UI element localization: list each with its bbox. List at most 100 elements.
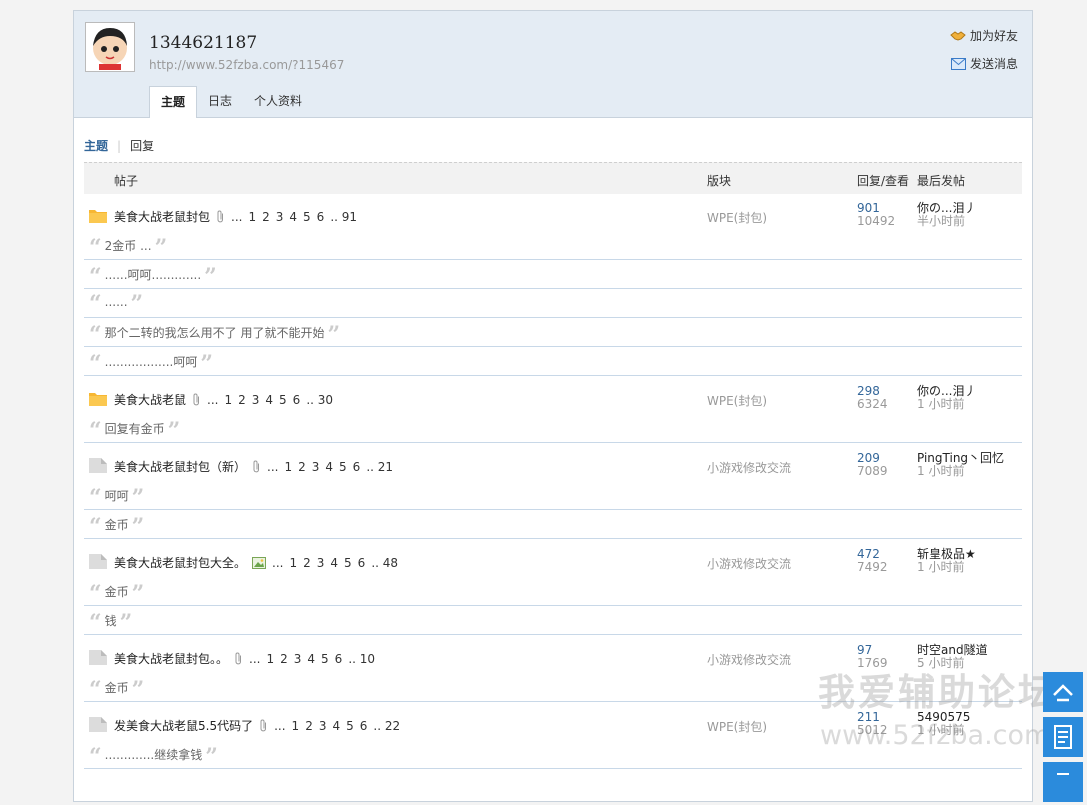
page-link[interactable]: 1 [248,210,256,224]
page-link[interactable]: .. 30 [306,393,333,407]
page-link[interactable]: 3 [317,556,325,570]
view-count: 7089 [857,464,888,478]
quick-reply-button[interactable] [1043,717,1083,757]
page-link[interactable]: 4 [289,210,297,224]
quote-text[interactable]: 呵呵 [105,487,129,504]
profile-url[interactable]: http://www.52fzba.com/?115467 [149,58,344,72]
thread-link[interactable]: 美食大战老鼠封包大全。 [114,554,246,571]
table-header: 帖子 版块 回复/查看 最后发帖 [84,162,1022,194]
page-link[interactable]: 5 [339,460,347,474]
quote-text[interactable]: 回复有金币 [105,420,165,437]
quote-text[interactable]: ..................呵呵 [105,353,198,370]
page-ellipsis: ... [274,718,286,733]
thread-link[interactable]: 发美食大战老鼠5.5代码了 [114,717,253,734]
back-to-top-button[interactable] [1043,672,1083,712]
page-link[interactable]: 2 [305,719,313,733]
page-link[interactable]: 6 [358,556,366,570]
page-link[interactable]: 6 [317,210,325,224]
tab-profile-info[interactable]: 个人资料 [243,86,313,116]
thread-forum[interactable]: WPE(封包) [707,392,767,409]
quote-text[interactable]: 金币 [105,679,129,696]
thread-forum[interactable]: WPE(封包) [707,209,767,226]
quote-text[interactable]: 那个二转的我怎么用不了 用了就不能开始 [105,324,325,341]
page-link[interactable]: 6 [293,393,301,407]
page-link[interactable]: 5 [279,393,287,407]
page-link[interactable]: .. 10 [348,652,375,666]
thread-forum[interactable]: 小游戏修改交流 [707,459,791,476]
page-link[interactable]: 2 [280,652,288,666]
page-link[interactable]: 1 [266,652,274,666]
page-link[interactable]: 1 [292,719,300,733]
thread-link[interactable]: 美食大战老鼠 [114,391,186,408]
thread-link[interactable]: 美食大战老鼠封包 [114,208,210,225]
page-links: ... 1 2 3 4 5 6 .. 30 [207,393,339,407]
quote-text[interactable]: ......呵呵............. [105,266,201,283]
page-link[interactable]: 6 [335,652,343,666]
page-link[interactable]: .. 48 [371,556,398,570]
page-link[interactable]: 1 [284,460,292,474]
quote-open-icon: “ [89,609,102,636]
page-link[interactable]: 3 [319,719,327,733]
thread-link[interactable]: 美食大战老鼠封包。。 [114,650,228,667]
page-link[interactable]: 4 [330,556,338,570]
tab-blog[interactable]: 日志 [197,86,243,116]
quote-text[interactable]: ...... [105,295,128,309]
share-button[interactable] [1043,762,1083,802]
page-link[interactable]: 4 [265,393,273,407]
page-link[interactable]: 6 [353,460,361,474]
quote-text[interactable]: 金币 [105,583,129,600]
subtab-topics[interactable]: 主题 [84,137,108,154]
folder-icon [89,458,107,473]
last-post-time: 半小时前 [917,214,966,228]
tab-topics[interactable]: 主题 [149,86,198,118]
page-link[interactable]: 4 [332,719,340,733]
send-message-button[interactable]: 发送消息 [950,55,1018,72]
page-link[interactable]: 1 [224,393,232,407]
page-link[interactable]: 5 [303,210,311,224]
quote-open-icon: “ [89,263,102,290]
page-link[interactable]: .. 91 [330,210,357,224]
attachment-indicator [259,719,268,732]
page-link[interactable]: 5 [321,652,329,666]
thread-title: 发美食大战老鼠5.5代码了... 1 2 3 4 5 6 .. 22 [114,717,406,734]
page-ellipsis: ... [272,555,284,570]
thread-link[interactable]: 美食大战老鼠封包（新） [114,458,246,475]
quote-close-icon: ” [131,580,145,607]
quote-text[interactable]: 金币 [105,516,129,533]
quote-text[interactable]: 钱 [105,612,117,629]
page-link[interactable]: 2 [303,556,311,570]
page-link[interactable]: 5 [344,556,352,570]
page-link[interactable]: .. 22 [373,719,400,733]
quote-content: “回复有金币” [89,420,180,442]
add-friend-button[interactable]: 加为好友 [950,27,1018,44]
avatar[interactable] [85,22,135,72]
page-link[interactable]: .. 21 [366,460,393,474]
thread-forum[interactable]: WPE(封包) [707,718,767,735]
page-link[interactable]: 1 [289,556,297,570]
page-link[interactable]: 3 [252,393,260,407]
thread-forum[interactable]: 小游戏修改交流 [707,555,791,572]
page-link[interactable]: 3 [294,652,302,666]
page-link[interactable]: 4 [325,460,333,474]
quote-content: “......呵呵.............” [89,263,217,290]
page-link[interactable]: 4 [307,652,315,666]
page-link[interactable]: 2 [238,393,246,407]
page-link[interactable]: 5 [346,719,354,733]
watermark-title: 我爱辅助论坛 [818,671,1058,714]
share-icon [1057,773,1069,775]
table-row: 美食大战老鼠封包... 1 2 3 4 5 6 .. 91 WPE(封包) 901 10492 你の.… [84,196,1022,230]
page-link[interactable]: 3 [312,460,320,474]
folder-icon [89,717,107,732]
page-link[interactable]: 2 [298,460,306,474]
page-link[interactable]: 3 [276,210,284,224]
quote-close-icon: ” [204,263,217,290]
quote-text[interactable]: 2金币 ... [105,237,152,254]
thread-status-icon [89,208,107,226]
page-link[interactable]: 6 [360,719,368,733]
page-link[interactable]: 2 [262,210,270,224]
thread-status-icon [89,391,107,409]
subtab-replies[interactable]: 回复 [130,137,154,154]
view-count: 7492 [857,560,888,574]
thread-forum[interactable]: 小游戏修改交流 [707,651,791,668]
quote-text[interactable]: .............继续拿钱 [105,746,203,763]
